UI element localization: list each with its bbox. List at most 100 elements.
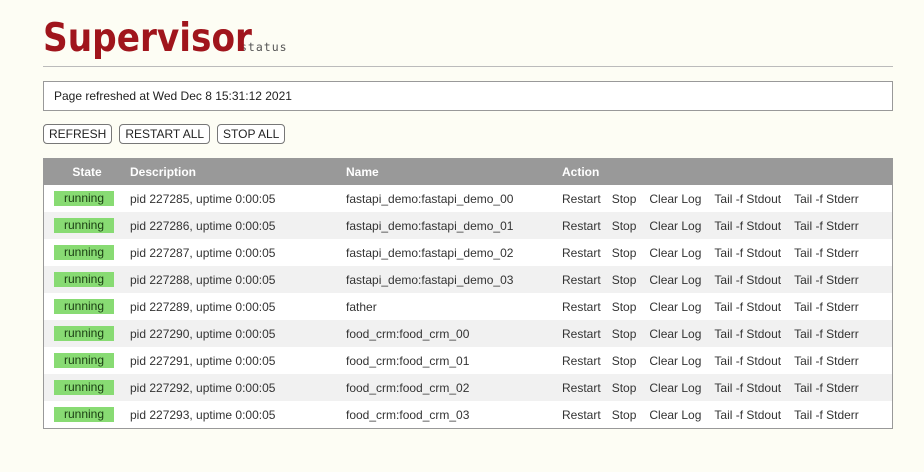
process-table: State Description Name Action running pid… [44, 159, 892, 428]
table-header-row: State Description Name Action [44, 159, 892, 185]
process-name-link[interactable]: food_crm:food_crm_03 [346, 401, 562, 428]
description-cell: pid 227293, uptime 0:00:05 [130, 407, 276, 422]
clear-log-link[interactable]: Clear Log [649, 354, 701, 368]
tail-stderr-link[interactable]: Tail -f Stderr [794, 354, 859, 368]
tail-stdout-link[interactable]: Tail -f Stdout [714, 381, 781, 395]
stop-link[interactable]: Stop [612, 300, 637, 314]
description-cell: pid 227290, uptime 0:00:05 [130, 326, 276, 341]
restart-link[interactable]: Restart [562, 381, 601, 395]
stop-link[interactable]: Stop [612, 246, 637, 260]
global-actions: REFRESH RESTART ALL STOP ALL [43, 124, 286, 144]
actions-cell: Restart Stop Clear Log Tail -f Stdout Tail -… [562, 239, 892, 266]
supervisor-logo: Supervisor [43, 16, 252, 61]
state-cell: running [44, 185, 130, 212]
stop-all-button[interactable]: STOP ALL [217, 124, 286, 144]
actions-cell: Restart Stop Clear Log Tail -f Stdout Tail -… [562, 320, 892, 347]
table-row: running pid 227293, uptime 0:00:05 food_cr… [44, 401, 892, 428]
tail-stdout-link[interactable]: Tail -f Stdout [714, 219, 781, 233]
tail-stderr-link[interactable]: Tail -f Stderr [794, 246, 859, 260]
restart-all-button[interactable]: RESTART ALL [119, 124, 211, 144]
tail-stderr-link[interactable]: Tail -f Stderr [794, 192, 859, 206]
tail-stderr-link[interactable]: Tail -f Stderr [794, 273, 859, 287]
restart-link[interactable]: Restart [562, 354, 601, 368]
status-badge: running [54, 353, 114, 368]
tail-stderr-link[interactable]: Tail -f Stderr [794, 300, 859, 314]
status-badge: running [54, 191, 114, 206]
restart-link[interactable]: Restart [562, 192, 601, 206]
header-action: Action [562, 165, 600, 179]
actions-cell: Restart Stop Clear Log Tail -f Stdout Tail -… [562, 266, 892, 293]
clear-log-link[interactable]: Clear Log [649, 246, 701, 260]
table-row: running pid 227292, uptime 0:00:05 food_cr… [44, 374, 892, 401]
table-row: running pid 227288, uptime 0:00:05 fastapi… [44, 266, 892, 293]
tail-stdout-link[interactable]: Tail -f Stdout [714, 408, 781, 422]
stop-link[interactable]: Stop [612, 327, 637, 341]
restart-link[interactable]: Restart [562, 327, 601, 341]
table-row: running pid 227291, uptime 0:00:05 food_cr… [44, 347, 892, 374]
clear-log-link[interactable]: Clear Log [649, 408, 701, 422]
process-name-link[interactable]: food_crm:food_crm_02 [346, 374, 562, 401]
process-name-link[interactable]: fastapi_demo:fastapi_demo_02 [346, 239, 562, 266]
description-cell: pid 227292, uptime 0:00:05 [130, 380, 276, 395]
tail-stdout-link[interactable]: Tail -f Stdout [714, 327, 781, 341]
tail-stdout-link[interactable]: Tail -f Stdout [714, 354, 781, 368]
table-row: running pid 227287, uptime 0:00:05 fastapi… [44, 239, 892, 266]
state-cell: running [44, 212, 130, 239]
state-cell: running [44, 239, 130, 266]
tail-stdout-link[interactable]: Tail -f Stdout [714, 273, 781, 287]
process-name-link[interactable]: food_crm:food_crm_01 [346, 347, 562, 374]
header-description: Description [130, 165, 197, 179]
restart-link[interactable]: Restart [562, 246, 601, 260]
stop-link[interactable]: Stop [612, 381, 637, 395]
process-name-link[interactable]: fastapi_demo:fastapi_demo_03 [346, 266, 562, 293]
tail-stderr-link[interactable]: Tail -f Stderr [794, 327, 859, 341]
clear-log-link[interactable]: Clear Log [649, 300, 701, 314]
state-cell: running [44, 266, 130, 293]
clear-log-link[interactable]: Clear Log [649, 192, 701, 206]
restart-link[interactable]: Restart [562, 219, 601, 233]
header-name: Name [346, 165, 379, 179]
state-cell: running [44, 401, 130, 428]
process-name-link[interactable]: fastapi_demo:fastapi_demo_00 [346, 185, 562, 212]
stop-link[interactable]: Stop [612, 408, 637, 422]
process-table-container: State Description Name Action running pid… [43, 158, 893, 429]
clear-log-link[interactable]: Clear Log [649, 381, 701, 395]
tail-stderr-link[interactable]: Tail -f Stderr [794, 408, 859, 422]
process-name-link[interactable]: fastapi_demo:fastapi_demo_01 [346, 212, 562, 239]
clear-log-link[interactable]: Clear Log [649, 327, 701, 341]
process-name-link[interactable]: food_crm:food_crm_00 [346, 320, 562, 347]
tail-stdout-link[interactable]: Tail -f Stdout [714, 246, 781, 260]
status-badge: running [54, 245, 114, 260]
stop-link[interactable]: Stop [612, 273, 637, 287]
header-state: State [72, 165, 102, 179]
refresh-message: Page refreshed at Wed Dec 8 15:31:12 202… [54, 89, 292, 103]
process-name-link[interactable]: father [346, 293, 562, 320]
stop-link[interactable]: Stop [612, 192, 637, 206]
status-badge: running [54, 218, 114, 233]
state-cell: running [44, 347, 130, 374]
restart-link[interactable]: Restart [562, 408, 601, 422]
restart-link[interactable]: Restart [562, 273, 601, 287]
stop-link[interactable]: Stop [612, 219, 637, 233]
stop-link[interactable]: Stop [612, 354, 637, 368]
tail-stderr-link[interactable]: Tail -f Stderr [794, 219, 859, 233]
clear-log-link[interactable]: Clear Log [649, 273, 701, 287]
restart-link[interactable]: Restart [562, 300, 601, 314]
refresh-button[interactable]: REFRESH [43, 124, 113, 144]
table-row: running pid 227290, uptime 0:00:05 food_cr… [44, 320, 892, 347]
table-row: running pid 227289, uptime 0:00:05 father R… [44, 293, 892, 320]
actions-cell: Restart Stop Clear Log Tail -f Stdout Tail -… [562, 293, 892, 320]
clear-log-link[interactable]: Clear Log [649, 219, 701, 233]
table-row: running pid 227286, uptime 0:00:05 fastapi… [44, 212, 892, 239]
app-header: Supervisor status [43, 8, 288, 58]
description-cell: pid 227291, uptime 0:00:05 [130, 353, 276, 368]
state-cell: running [44, 320, 130, 347]
tail-stdout-link[interactable]: Tail -f Stdout [714, 192, 781, 206]
tail-stdout-link[interactable]: Tail -f Stdout [714, 300, 781, 314]
tail-stderr-link[interactable]: Tail -f Stderr [794, 381, 859, 395]
state-cell: running [44, 374, 130, 401]
description-cell: pid 227288, uptime 0:00:05 [130, 272, 276, 287]
status-badge: running [54, 326, 114, 341]
refresh-message-box: Page refreshed at Wed Dec 8 15:31:12 202… [43, 81, 893, 111]
description-cell: pid 227289, uptime 0:00:05 [130, 299, 276, 314]
